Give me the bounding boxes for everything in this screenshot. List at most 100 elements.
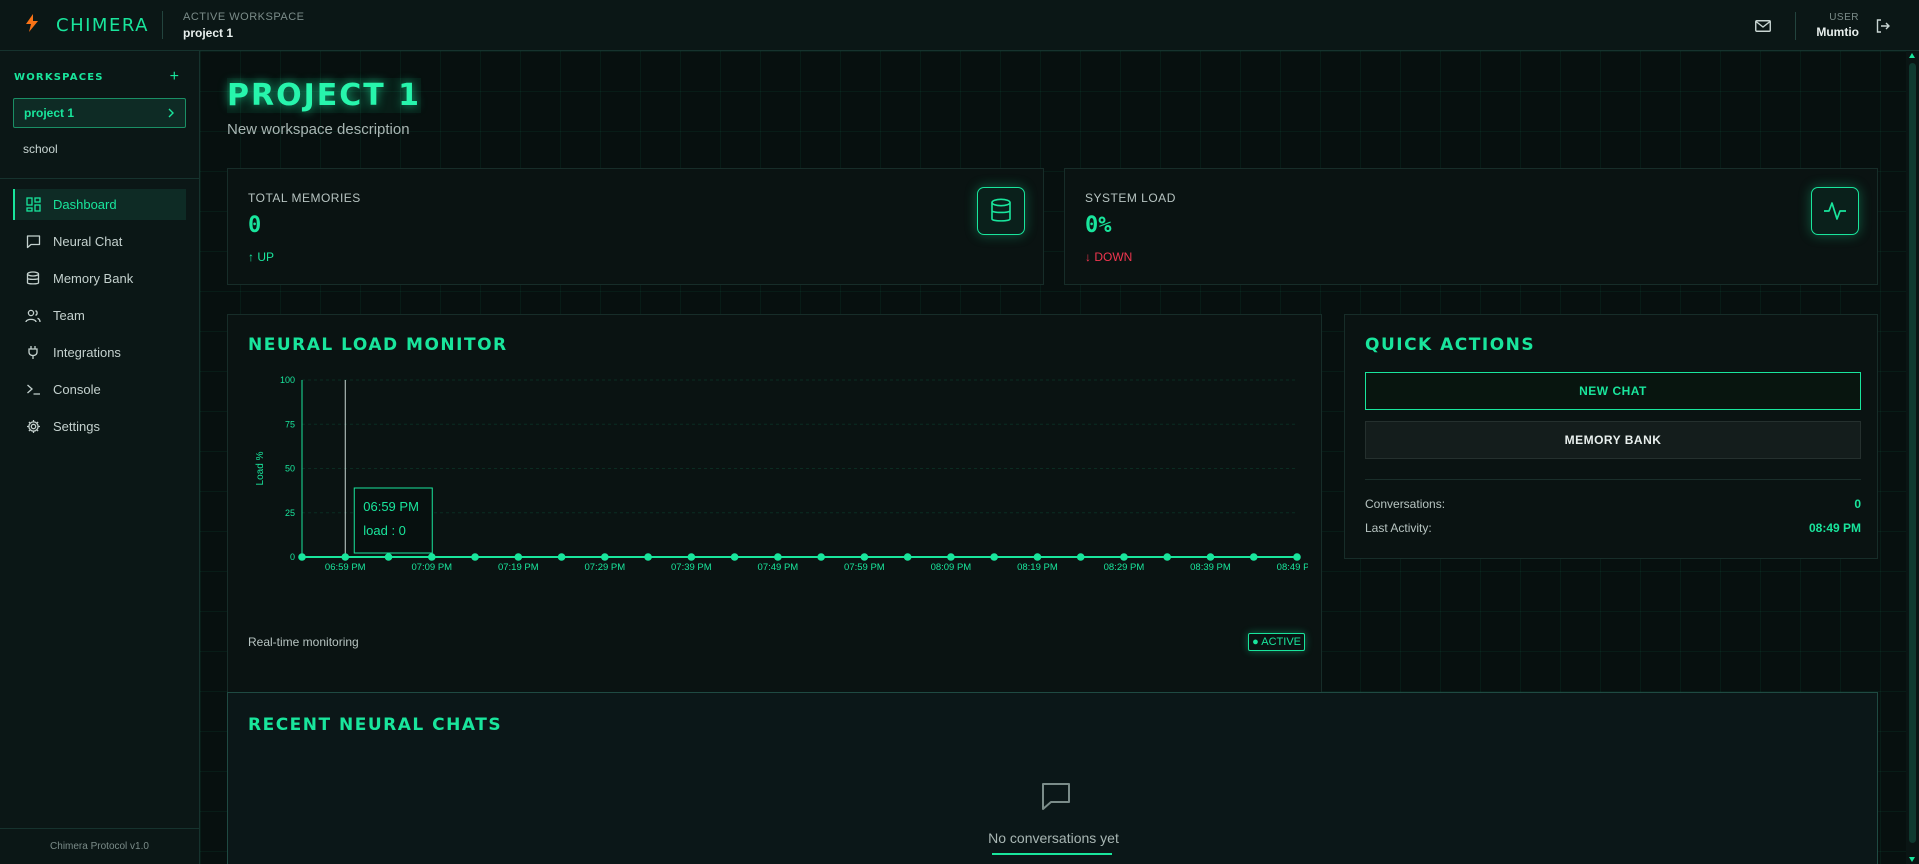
data-point [341, 553, 350, 561]
x-tick-label: 08:19 PM [1017, 562, 1058, 573]
active-workspace: ACTIVE WORKSPACE project 1 [183, 11, 304, 40]
conversations-row: Conversations: 0 [1365, 497, 1861, 511]
top-bar: CHIMERA ACTIVE WORKSPACE project 1 USER … [0, 0, 1919, 51]
brand[interactable]: CHIMERA [0, 0, 162, 50]
nav-item-integrations[interactable]: Integrations [13, 337, 186, 368]
x-tick-label: 08:49 PM [1277, 562, 1308, 573]
database-icon [25, 271, 41, 287]
data-point [903, 553, 912, 561]
nav-item-label: Integrations [53, 345, 121, 360]
divider [0, 178, 199, 179]
conversations-label: Conversations: [1365, 497, 1446, 511]
nav-item-label: Memory Bank [53, 271, 134, 286]
workspace-item-label: school [23, 142, 58, 156]
data-point [471, 553, 479, 561]
workspaces-title: WORKSPACES [14, 71, 104, 83]
data-point [947, 553, 955, 561]
x-tick-label: 07:39 PM [671, 562, 712, 573]
conversations-value: 0 [1854, 497, 1861, 511]
user-label: USER [1829, 12, 1859, 23]
neural-load-monitor-card: NEURAL LOAD MONITOR 0 25 50 75 100 Load % 06:5… [227, 314, 1322, 723]
x-tick-label: 07:49 PM [758, 562, 799, 573]
sidebar: WORKSPACES + project 1 school Dashboard … [0, 51, 200, 864]
data-point [687, 553, 696, 561]
section-title: RECENT NEURAL CHATS [248, 715, 503, 735]
nav-item-settings[interactable]: Settings [13, 411, 186, 442]
tooltip-value: load : 0 [363, 523, 406, 538]
plug-icon [25, 345, 41, 361]
data-point [557, 553, 566, 561]
nav-item-team[interactable]: Team [13, 300, 186, 331]
data-point [1249, 553, 1258, 561]
data-point [1076, 553, 1085, 561]
data-point [427, 553, 436, 561]
memory-bank-button[interactable]: MEMORY BANK [1365, 421, 1861, 459]
data-point [1120, 553, 1128, 561]
start-chat-button-edge[interactable] [992, 853, 1112, 855]
nav-item-console[interactable]: Console [13, 374, 186, 405]
data-point [1206, 553, 1215, 561]
brand-name: CHIMERA [56, 14, 149, 36]
data-point [1033, 553, 1042, 561]
workspace-item-project-1[interactable]: project 1 [13, 98, 186, 128]
last-activity-label: Last Activity: [1365, 521, 1432, 535]
quick-actions-card: QUICK ACTIONS NEW CHAT MEMORY BANK Conve… [1344, 314, 1878, 559]
main-content: PROJECT 1 New workspace description TOTA… [200, 51, 1919, 864]
gear-icon [25, 419, 41, 435]
x-tick-label: 08:09 PM [931, 562, 972, 573]
logout-button[interactable] [1871, 14, 1895, 38]
scroll-up-icon[interactable] [1909, 53, 1915, 58]
chevron-right-icon [168, 108, 174, 118]
nav-item-neural-chat[interactable]: Neural Chat [13, 226, 186, 257]
chat-icon [25, 234, 41, 250]
chat-icon [1039, 779, 1073, 813]
x-tick-label: 07:59 PM [844, 562, 885, 573]
users-icon [25, 308, 41, 324]
stat-card-system-load: SYSTEM LOAD 0% ↓ DOWN [1064, 168, 1878, 285]
divider [1795, 11, 1797, 40]
stat-label: SYSTEM LOAD [1085, 191, 1176, 205]
load-chart[interactable]: 0 25 50 75 100 Load % 06:59 PM 07:09 PM 07:19 PM… [228, 358, 1308, 603]
scrollbar[interactable] [1906, 51, 1919, 864]
nav-item-label: Console [53, 382, 101, 397]
section-title: NEURAL LOAD MONITOR [248, 335, 508, 355]
y-axis-label: Load % [255, 451, 266, 485]
data-point [384, 553, 393, 561]
scroll-down-icon[interactable] [1909, 857, 1915, 862]
x-tick-label: 06:59 PM [325, 562, 366, 573]
monitor-footer-text: Real-time monitoring [248, 635, 359, 649]
data-point [644, 553, 652, 561]
nav-item-dashboard[interactable]: Dashboard [13, 189, 186, 220]
user-info: USER Mumtio [1816, 12, 1859, 39]
new-chat-button[interactable]: NEW CHAT [1365, 372, 1861, 410]
page-title: PROJECT 1 [227, 78, 422, 113]
active-workspace-label: ACTIVE WORKSPACE [183, 10, 305, 23]
data-point [730, 553, 739, 561]
bolt-icon [26, 13, 40, 37]
y-tick-label: 50 [285, 464, 295, 474]
workspace-item-school[interactable]: school [13, 134, 186, 164]
mail-button[interactable] [1751, 14, 1775, 38]
nav-item-memory-bank[interactable]: Memory Bank [13, 263, 186, 294]
y-tick-label: 100 [280, 375, 295, 385]
user-name: Mumtio [1816, 25, 1859, 39]
scrollbar-thumb[interactable] [1909, 63, 1916, 843]
x-tick-label: 08:29 PM [1104, 562, 1145, 573]
mail-icon [1755, 19, 1772, 32]
add-workspace-button[interactable]: + [170, 69, 179, 85]
stat-trend: ↑ UP [248, 250, 275, 264]
divider [1365, 479, 1861, 480]
data-point [514, 553, 523, 561]
stat-label: TOTAL MEMORIES [248, 191, 361, 205]
data-point [860, 553, 869, 561]
tooltip-time: 06:59 PM [363, 499, 419, 514]
last-activity-row: Last Activity: 08:49 PM [1365, 521, 1861, 535]
divider [162, 11, 163, 39]
activity-icon [1811, 187, 1859, 235]
recent-chats-card: RECENT NEURAL CHATS No conversations yet [227, 692, 1878, 864]
data-point [1293, 553, 1301, 561]
data-point [990, 553, 998, 561]
y-tick-label: 75 [285, 419, 295, 429]
database-icon [977, 187, 1025, 235]
x-tick-label: 08:39 PM [1190, 562, 1231, 573]
